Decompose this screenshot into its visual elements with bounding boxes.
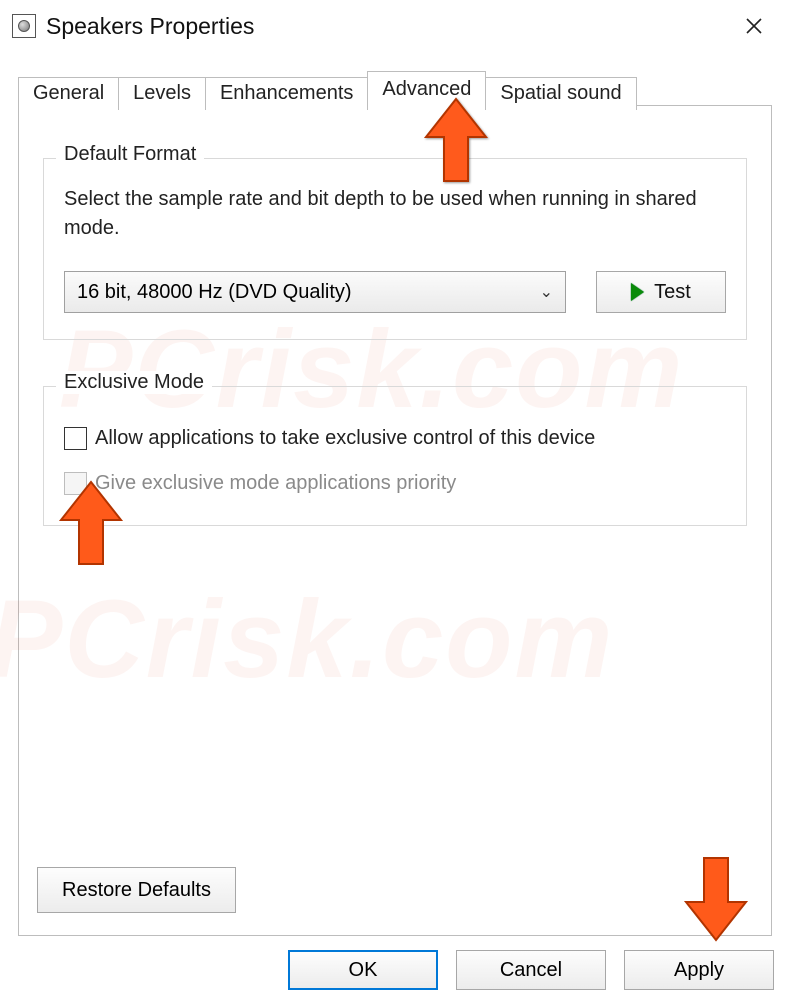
tab-label: Levels: [133, 82, 191, 104]
checkbox-label: Give exclusive mode applications priorit…: [95, 472, 456, 495]
button-label: Restore Defaults: [62, 879, 211, 901]
tab-label: Advanced: [382, 78, 471, 100]
watermark-text: PCrisk.com: [0, 576, 614, 703]
checkbox-box: [64, 472, 87, 495]
tab-levels[interactable]: Levels: [118, 77, 206, 110]
group-default-format: Default Format Select the sample rate an…: [43, 158, 747, 340]
tab-enhancements[interactable]: Enhancements: [205, 77, 368, 110]
play-icon: [631, 283, 644, 301]
group-legend: Default Format: [56, 143, 204, 166]
title-bar: Speakers Properties: [0, 0, 790, 52]
sample-rate-dropdown[interactable]: 16 bit, 48000 Hz (DVD Quality) ⌄: [64, 271, 566, 313]
tab-panel-advanced: PCrisk.com PCrisk.com Default Format Sel…: [18, 106, 772, 936]
tab-advanced[interactable]: Advanced: [367, 71, 486, 107]
default-format-description: Select the sample rate and bit depth to …: [64, 185, 726, 243]
restore-defaults-wrap: Restore Defaults: [37, 867, 236, 913]
title-bar-left: Speakers Properties: [12, 13, 254, 40]
test-button[interactable]: Test: [596, 271, 726, 313]
cancel-button[interactable]: Cancel: [456, 950, 606, 990]
tab-label: Enhancements: [220, 82, 353, 104]
ok-button[interactable]: OK: [288, 950, 438, 990]
dialog-footer: OK Cancel Apply: [288, 950, 774, 990]
speaker-icon: [12, 14, 36, 38]
apply-button[interactable]: Apply: [624, 950, 774, 990]
tab-spatial-sound[interactable]: Spatial sound: [485, 77, 636, 110]
group-exclusive-mode: Exclusive Mode Allow applications to tak…: [43, 386, 747, 526]
group-legend: Exclusive Mode: [56, 371, 212, 394]
tab-label: General: [33, 82, 104, 104]
checkbox-exclusive-priority: Give exclusive mode applications priorit…: [64, 472, 726, 495]
tab-strip: General Levels Enhancements Advanced Spa…: [0, 52, 790, 106]
chevron-down-icon: ⌄: [540, 282, 553, 302]
checkbox-allow-exclusive[interactable]: Allow applications to take exclusive con…: [64, 427, 726, 450]
button-label: Cancel: [500, 959, 562, 982]
dropdown-selected-label: 16 bit, 48000 Hz (DVD Quality): [77, 281, 352, 304]
checkbox-box: [64, 427, 87, 450]
close-icon: [745, 17, 763, 35]
checkbox-label: Allow applications to take exclusive con…: [95, 427, 595, 450]
button-label: Test: [654, 281, 691, 304]
tab-general[interactable]: General: [18, 77, 119, 110]
button-label: Apply: [674, 959, 724, 982]
button-label: OK: [349, 959, 378, 982]
format-row: 16 bit, 48000 Hz (DVD Quality) ⌄ Test: [64, 271, 726, 313]
window-title: Speakers Properties: [46, 13, 254, 40]
tab-label: Spatial sound: [500, 82, 621, 104]
close-button[interactable]: [730, 6, 778, 46]
restore-defaults-button[interactable]: Restore Defaults: [37, 867, 236, 913]
